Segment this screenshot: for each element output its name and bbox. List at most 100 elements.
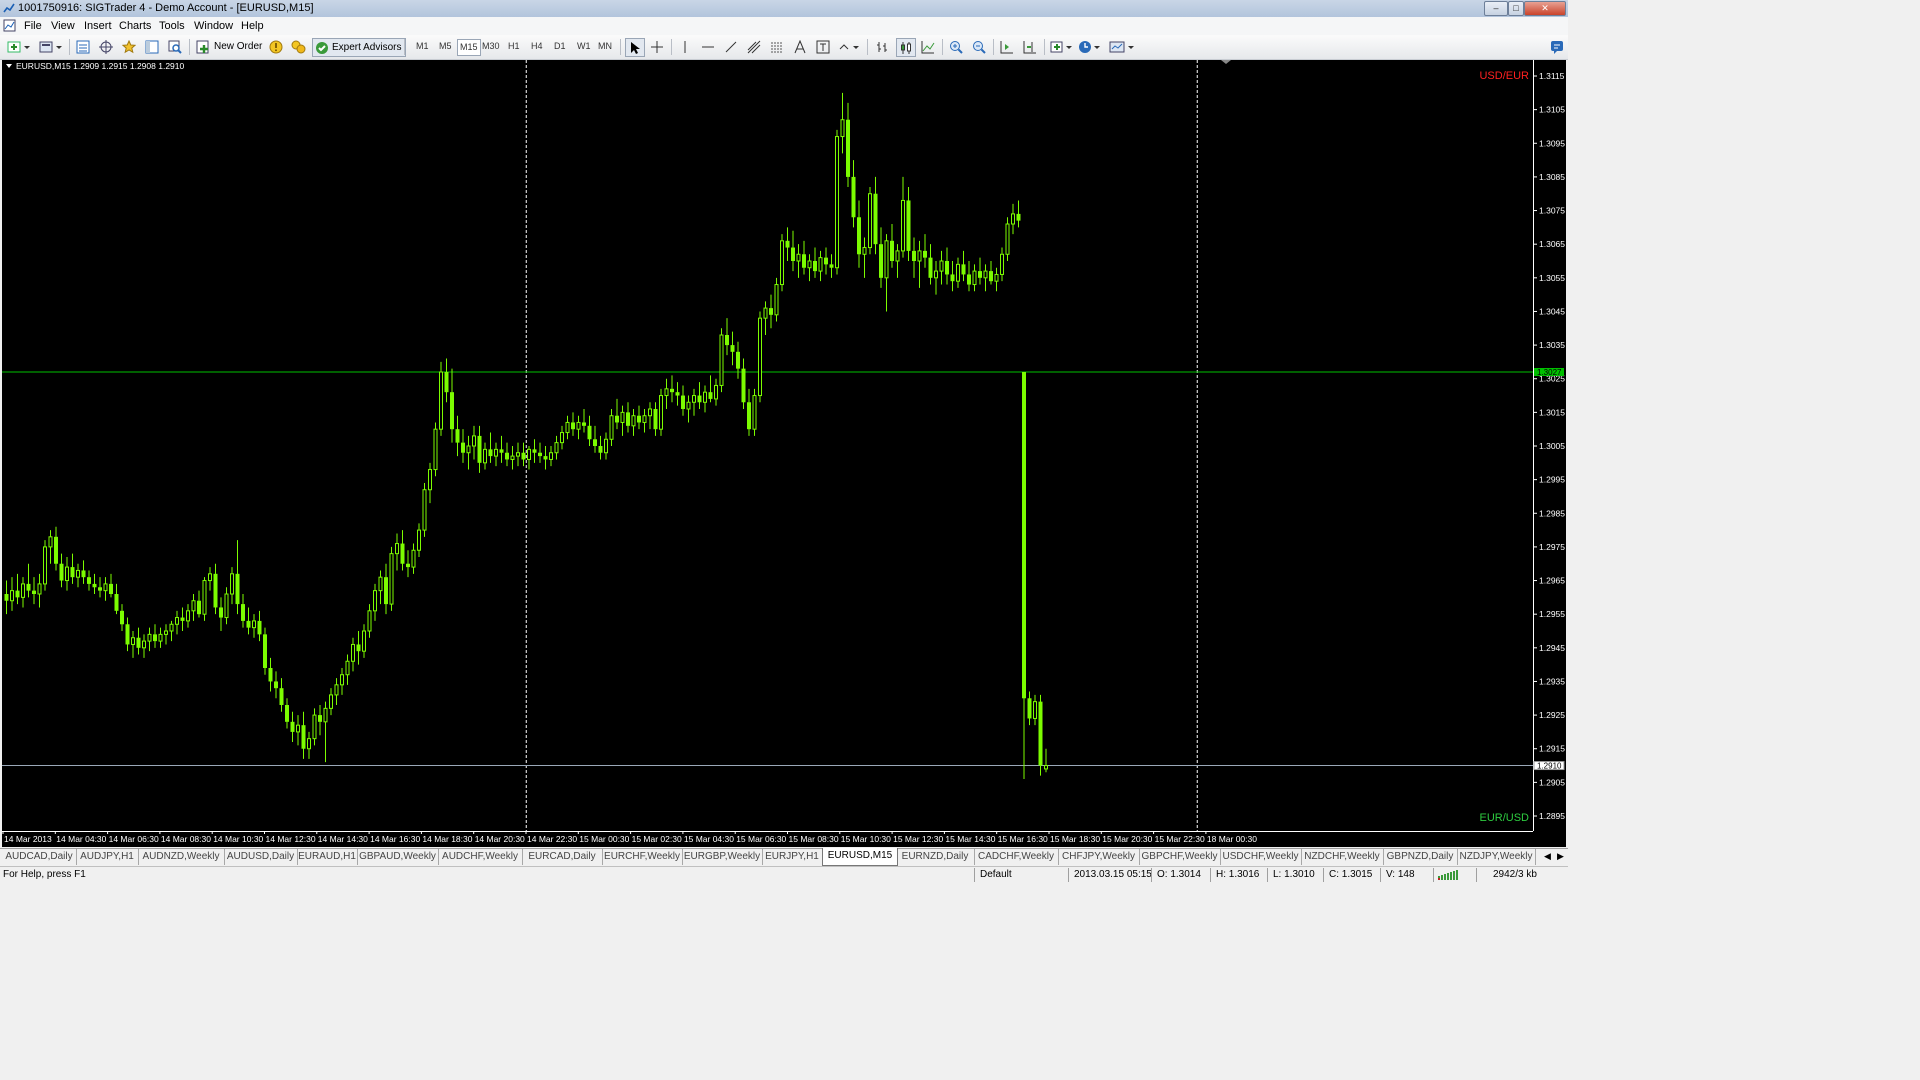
help-button[interactable] (1548, 38, 1566, 55)
symbol-tab-audjpy-h1[interactable]: AUDJPY,H1 (76, 849, 139, 865)
indicators-button[interactable] (1049, 38, 1075, 55)
data-window-button[interactable] (97, 38, 115, 55)
channel-tool[interactable] (745, 38, 763, 55)
templates-button[interactable] (1108, 38, 1136, 55)
line-chart-button[interactable] (919, 38, 937, 55)
symbol-tab-euraud-h1[interactable]: EURAUD,H1 (297, 849, 358, 865)
symbol-tab-gbpchf-weekly[interactable]: GBPCHF,Weekly (1139, 849, 1221, 865)
timeframe-m5[interactable]: M5 (437, 39, 454, 54)
candle-body-bull (395, 543, 399, 555)
symbol-tab-gbpaud-weekly[interactable]: GBPAUD,Weekly (357, 849, 439, 865)
timeframe-w1[interactable]: W1 (575, 39, 593, 54)
crosshair-tool[interactable] (648, 38, 666, 55)
bar-chart-button[interactable] (873, 38, 891, 55)
symbol-tab-audchf-weekly[interactable]: AUDCHF,Weekly (438, 849, 523, 865)
navigator-button[interactable] (120, 38, 138, 55)
vertical-line-tool[interactable] (676, 38, 694, 55)
candle-body-bull (774, 284, 779, 316)
timeframe-m30[interactable]: M30 (480, 39, 502, 54)
candle-body-bear (890, 240, 894, 261)
candle-body-bull (351, 643, 355, 662)
menu-window[interactable]: Window (194, 20, 233, 32)
timeframe-m1[interactable]: M1 (414, 39, 431, 54)
symbol-tab-cadchf-weekly[interactable]: CADCHF,Weekly (974, 849, 1059, 865)
chart-shift-button[interactable] (1021, 38, 1039, 55)
symbol-tab-gbpnzd-daily[interactable]: GBPNZD,Daily (1383, 849, 1458, 865)
zoom-out-button[interactable] (970, 38, 988, 55)
symbol-tab-eurcad-daily[interactable]: EURCAD,Daily (522, 849, 603, 865)
market-watch-button[interactable] (74, 38, 92, 55)
status-close: C: 1.3015 (1329, 869, 1373, 880)
y-tick-label: 1.2945 (1539, 643, 1565, 653)
symbol-tab-eurnzd-daily[interactable]: EURNZD,Daily (896, 849, 975, 865)
y-tick-label: 1.2965 (1539, 576, 1565, 586)
x-tick-label: 14 Mar 22:30 (527, 834, 577, 844)
zoom-in-button[interactable] (947, 38, 965, 55)
candle-body-bull (719, 334, 724, 386)
menu-insert[interactable]: Insert (84, 20, 112, 32)
signals-button[interactable] (267, 38, 285, 55)
candle-body-bull (202, 580, 207, 615)
child-window-icon[interactable] (3, 19, 16, 32)
meta-editor-button[interactable] (290, 38, 308, 55)
symbol-tab-audnzd-weekly[interactable]: AUDNZD,Weekly (138, 849, 225, 865)
candle-body-bull (560, 432, 564, 444)
star-folder-icon (122, 39, 136, 53)
periods-button[interactable] (1077, 38, 1103, 55)
menu-view[interactable]: View (51, 20, 75, 32)
candle-body-bear (747, 402, 751, 430)
close-button[interactable]: ✕ (1524, 1, 1566, 16)
candle-body-bull (186, 610, 190, 622)
menu-charts[interactable]: Charts (119, 20, 151, 32)
symbol-tab-eurjpy-h1[interactable]: EURJPY,H1 (762, 849, 823, 865)
text-tool[interactable] (791, 38, 809, 55)
timeframe-d1[interactable]: D1 (552, 39, 568, 54)
symbol-tab-eurchf-weekly[interactable]: EURCHF,Weekly (602, 849, 683, 865)
candle-body-bear (136, 637, 141, 648)
terminal-button[interactable] (143, 38, 161, 55)
trendline-tool[interactable] (722, 38, 740, 55)
maximize-button[interactable]: □ (1508, 1, 1524, 16)
candlestick-chart-button[interactable] (896, 38, 916, 57)
arrows-tool[interactable] (837, 38, 861, 55)
symbol-tab-chfjpy-weekly[interactable]: CHFJPY,Weekly (1058, 849, 1140, 865)
symbol-tab-audcad-daily[interactable]: AUDCAD,Daily (2, 849, 77, 865)
cursor-tool[interactable] (625, 38, 645, 57)
symbol-tab-usdchf-weekly[interactable]: USDCHF,Weekly (1220, 849, 1302, 865)
chart-window[interactable]: 1.3115 1.3105 1.3095 1.3085 1.3075 1.3065 1.30… (2, 60, 1566, 847)
fibonacci-tool[interactable] (768, 38, 786, 55)
new-order-button[interactable]: New Order (196, 38, 262, 55)
timeframe-m15[interactable]: M15 (457, 39, 481, 56)
strategy-tester-button[interactable] (166, 38, 184, 55)
new-chart-button[interactable] (6, 38, 32, 55)
auto-scroll-button[interactable] (998, 38, 1016, 55)
menu-file[interactable]: File (24, 20, 42, 32)
tab-scroll-right-icon[interactable]: ▶ (1557, 851, 1564, 862)
menu-tools[interactable]: Tools (159, 20, 185, 32)
symbol-tab-nzdjpy-weekly[interactable]: NZDJPY,Weekly (1457, 849, 1536, 865)
minimize-button[interactable]: – (1484, 1, 1508, 16)
candle-body-bull (307, 738, 311, 750)
tab-scroll-left-icon[interactable]: ◀ (1544, 851, 1551, 862)
x-tick-label: 15 Mar 08:30 (789, 834, 839, 844)
candle-body-bear (400, 543, 405, 564)
timeframe-h4[interactable]: H4 (529, 39, 545, 54)
timeframe-h1[interactable]: H1 (506, 39, 522, 54)
symbol-tab-eurgbp-weekly[interactable]: EURGBP,Weekly (682, 849, 763, 865)
horizontal-line-tool[interactable] (699, 38, 717, 55)
candle-body-bull (835, 136, 839, 269)
expert-advisors-button[interactable]: Expert Advisors (312, 38, 407, 57)
timeframe-mn[interactable]: MN (596, 39, 614, 54)
candle-body-bear (675, 392, 680, 396)
symbol-tab-nzdchf-weekly[interactable]: NZDCHF,Weekly (1301, 849, 1384, 865)
menu-help[interactable]: Help (241, 20, 264, 32)
symbol-tab-audusd-daily[interactable]: AUDUSD,Daily (224, 849, 298, 865)
price-chart[interactable]: 1.3115 1.3105 1.3095 1.3085 1.3075 1.3065 1.30… (2, 60, 1566, 847)
profiles-button[interactable] (38, 38, 64, 55)
y-tick-label: 1.3005 (1539, 441, 1565, 451)
candle-body-bull (884, 240, 889, 279)
symbol-tab-eurusd-m15[interactable]: EURUSD,M15 (822, 848, 898, 866)
candle-body-bull (378, 576, 383, 592)
candle-body-bear (879, 244, 883, 278)
text-label-tool[interactable] (814, 38, 832, 55)
